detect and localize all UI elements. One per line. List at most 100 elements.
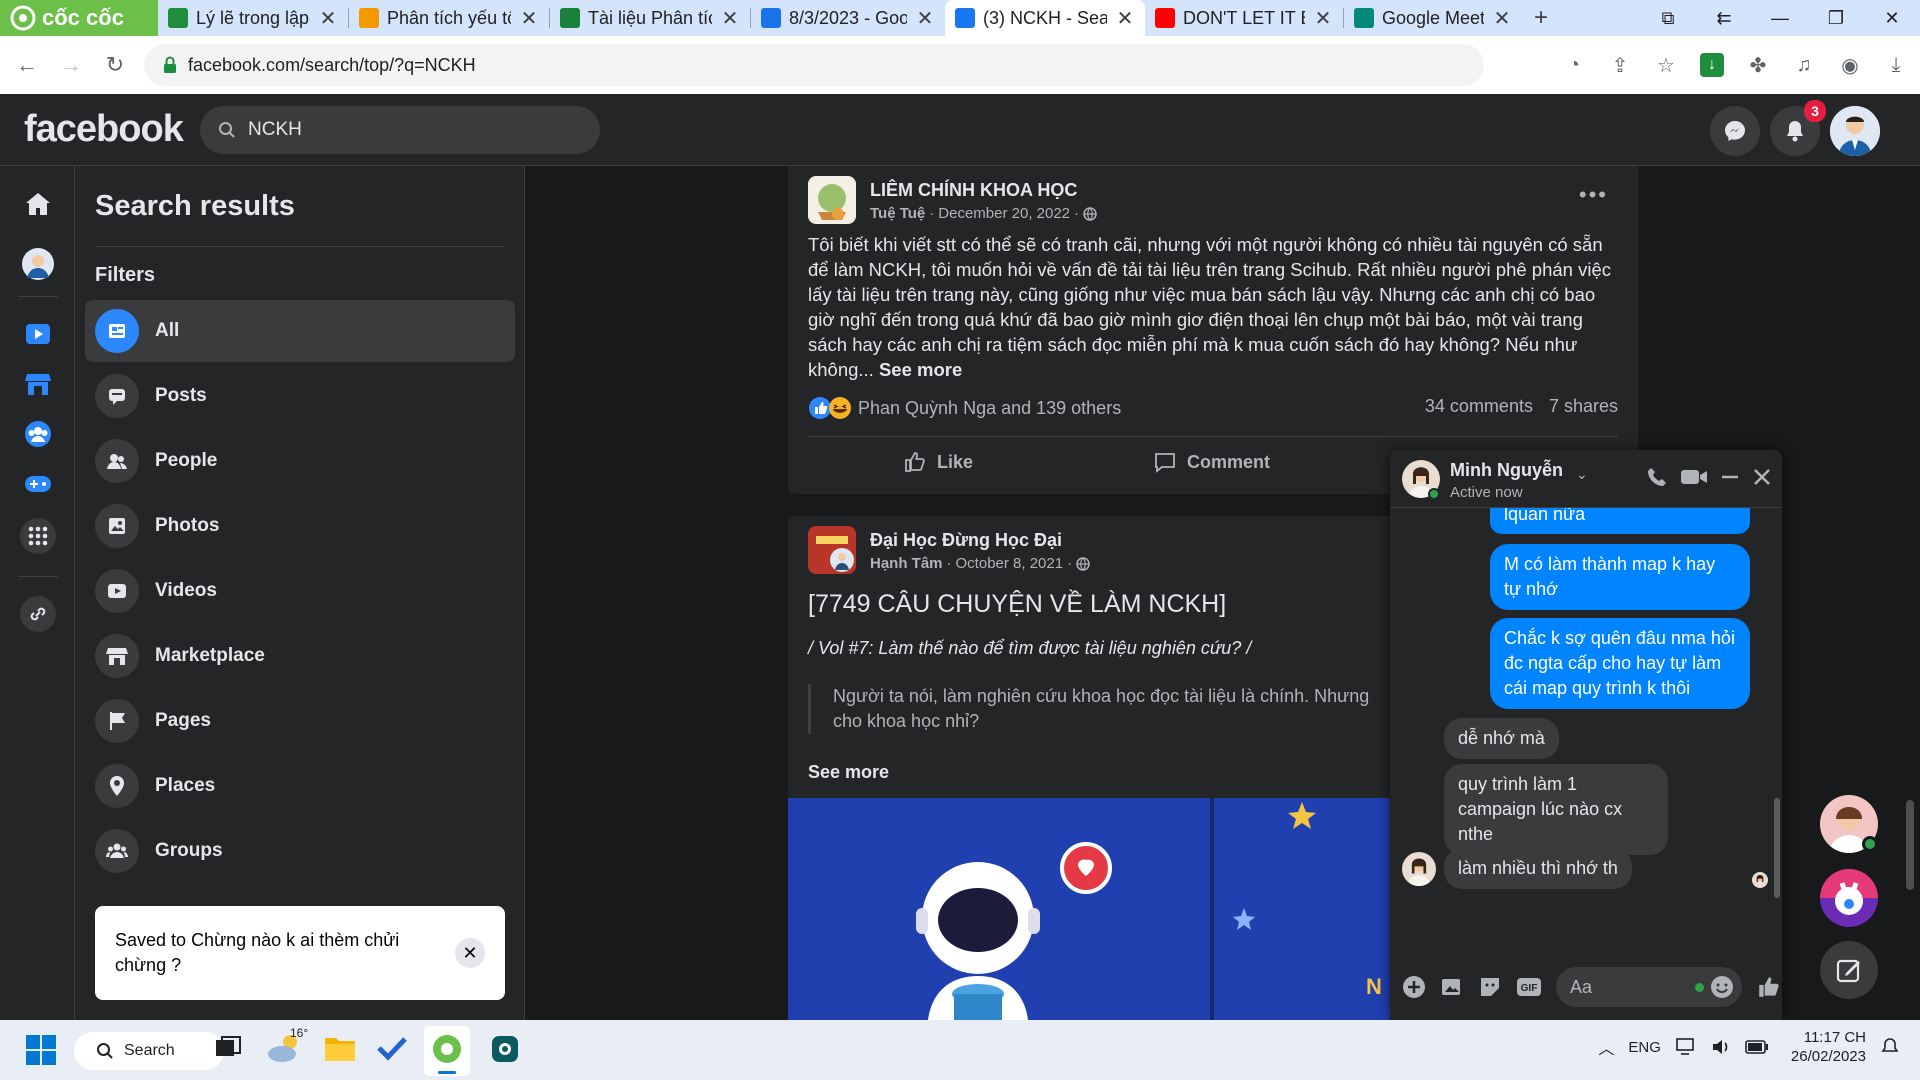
browser-tab[interactable]: Google Meet ✕ — [1344, 0, 1522, 36]
music-icon[interactable]: ♫ — [1792, 53, 1816, 77]
comment-button[interactable]: Comment — [1153, 450, 1270, 474]
weather-widget[interactable]: 16° — [266, 1026, 310, 1070]
page-scrollbar[interactable] — [1906, 800, 1914, 890]
back-arrow-icon[interactable]: ← — [12, 52, 42, 78]
messenger-button[interactable] — [1710, 106, 1760, 156]
page-avatar[interactable] — [808, 176, 856, 224]
snipping-app-icon[interactable] — [490, 1034, 520, 1064]
filter-pages[interactable]: Pages — [85, 690, 515, 752]
plus-circle-icon[interactable] — [1402, 975, 1426, 999]
post-more-options-icon[interactable]: ••• — [1579, 182, 1608, 208]
coccoc-menu-button[interactable]: cốc cốc — [0, 0, 158, 36]
like-button[interactable]: Like — [903, 450, 973, 474]
post-reactions[interactable]: Phan Quỳnh Nga and 139 others — [808, 396, 1121, 420]
emoji-icon[interactable] — [1710, 975, 1734, 999]
minimize-button[interactable]: — — [1752, 8, 1808, 29]
post-page-name[interactable]: Đại Học Đừng Học Đại — [870, 530, 1090, 551]
chat-scrollbar[interactable] — [1774, 798, 1780, 898]
coccoc-taskbar-button[interactable] — [424, 1026, 470, 1076]
video-call-icon[interactable] — [1680, 467, 1708, 487]
close-tab-icon[interactable]: ✕ — [1492, 6, 1512, 31]
show-hidden-icons-chevron[interactable]: ︿ — [1598, 1035, 1614, 1059]
browser-tab[interactable]: 8/3/2023 - Goo ✕ — [751, 0, 945, 36]
gif-icon[interactable]: GIF — [1516, 976, 1542, 998]
windows-start-icon[interactable] — [26, 1035, 56, 1065]
shares-count[interactable]: 7 shares — [1549, 396, 1618, 417]
browser-tab[interactable]: Tài liệu Phân tích ✕ — [550, 0, 750, 36]
browser-tab[interactable]: Phân tích yếu tố ✕ — [349, 0, 549, 36]
task-view-icon[interactable] — [214, 1034, 242, 1062]
toast-close-button[interactable]: ✕ — [455, 938, 485, 968]
close-tab-icon[interactable]: ✕ — [1313, 6, 1333, 31]
post-page-name[interactable]: LIÊM CHÍNH KHOA HỌC — [870, 180, 1097, 201]
filter-photos[interactable]: Photos — [85, 495, 515, 557]
clock[interactable]: 11:17 CH 26/02/2023 — [1791, 1028, 1866, 1066]
facebook-search-input[interactable]: NCKH — [200, 106, 600, 154]
thumbs-up-send-icon[interactable] — [1756, 974, 1782, 1000]
page-avatar[interactable] — [808, 526, 856, 574]
photo-attach-icon[interactable] — [1440, 975, 1464, 999]
browser-tab[interactable]: (3) NCKH - Sear ✕ — [945, 0, 1145, 36]
close-chat-icon[interactable] — [1752, 467, 1772, 487]
chat-head-avatar[interactable] — [1820, 869, 1878, 927]
filter-videos[interactable]: Videos — [85, 560, 515, 622]
new-tab-button[interactable]: + — [1522, 4, 1560, 32]
all-shortcuts-icon[interactable] — [20, 518, 56, 554]
watch-video-icon[interactable] — [20, 316, 56, 352]
battery-charging-icon[interactable] — [1745, 1039, 1769, 1055]
notifications-button[interactable]: 3 — [1770, 100, 1826, 156]
maximize-button[interactable]: ❐ — [1808, 8, 1864, 29]
volume-icon[interactable] — [1711, 1038, 1731, 1056]
home-icon[interactable] — [20, 186, 56, 222]
post-author[interactable]: Tuệ Tuệ — [870, 205, 925, 222]
filter-places[interactable]: Places — [85, 755, 515, 817]
phone-call-icon[interactable] — [1646, 466, 1668, 488]
taskbar-search-box[interactable]: Search — [74, 1032, 224, 1070]
profile-icon[interactable]: ◉ — [1838, 53, 1862, 77]
file-explorer-icon[interactable] — [324, 1034, 356, 1062]
sticker-icon[interactable] — [1478, 975, 1502, 999]
filter-people[interactable]: People — [85, 430, 515, 492]
network-icon[interactable] — [1675, 1037, 1697, 1057]
close-tab-icon[interactable]: ✕ — [720, 6, 740, 31]
filter-groups[interactable]: Groups — [85, 820, 515, 882]
bookmark-star-icon[interactable]: ☆ — [1654, 53, 1678, 77]
close-tab-icon[interactable]: ✕ — [915, 6, 935, 31]
downloads-icon[interactable]: ⤓ — [1884, 53, 1908, 77]
comments-count[interactable]: 34 comments — [1425, 396, 1533, 417]
filter-marketplace[interactable]: Marketplace — [85, 625, 515, 687]
tab-search-icon[interactable]: ⧉ — [1640, 8, 1696, 29]
chat-contact-name[interactable]: Minh Nguyễn — [1450, 460, 1563, 481]
browser-tab[interactable]: Lý lẽ trong lập l ✕ — [158, 0, 348, 36]
see-more-link[interactable]: See more — [808, 762, 889, 783]
see-more-link[interactable]: See more — [879, 359, 962, 380]
minimize-chat-icon[interactable] — [1720, 467, 1740, 487]
account-avatar[interactable] — [1830, 106, 1880, 156]
close-window-button[interactable]: ✕ — [1864, 8, 1920, 29]
profile-avatar-icon[interactable] — [20, 246, 56, 282]
input-language[interactable]: ENG — [1628, 1039, 1661, 1056]
marketplace-rail-icon[interactable] — [20, 366, 56, 402]
groups-rail-icon[interactable] — [20, 416, 56, 452]
link-icon[interactable] — [20, 596, 56, 632]
reload-icon[interactable]: ↻ — [100, 52, 130, 78]
post-date[interactable]: December 20, 2022 — [938, 205, 1070, 222]
facebook-logo[interactable]: facebook — [24, 108, 184, 151]
close-tab-icon[interactable]: ✕ — [519, 6, 539, 31]
browser-tab[interactable]: DON'T LET IT B ✕ — [1145, 0, 1343, 36]
speed-icon[interactable]: ◔ — [1562, 53, 1586, 77]
back-history-icon[interactable]: ⇇ — [1696, 8, 1752, 29]
post-author[interactable]: Hạnh Tâm — [870, 555, 943, 572]
close-tab-icon[interactable]: ✕ — [1115, 6, 1135, 31]
url-bar[interactable]: facebook.com/search/top/?q=NCKH — [144, 44, 1484, 86]
chat-message-input[interactable]: Aa — [1556, 967, 1742, 1007]
filter-all[interactable]: All — [85, 300, 515, 362]
download-green-icon[interactable]: ↓ — [1700, 53, 1724, 77]
gaming-icon[interactable] — [20, 466, 56, 502]
todo-app-icon[interactable] — [376, 1034, 408, 1062]
chevron-down-icon[interactable]: ⌄ — [1576, 466, 1588, 483]
notification-center-icon[interactable] — [1880, 1037, 1900, 1057]
share-icon[interactable]: ⇪ — [1608, 53, 1632, 77]
forward-arrow-icon[interactable]: → — [56, 52, 86, 78]
filter-posts[interactable]: Posts — [85, 365, 515, 427]
